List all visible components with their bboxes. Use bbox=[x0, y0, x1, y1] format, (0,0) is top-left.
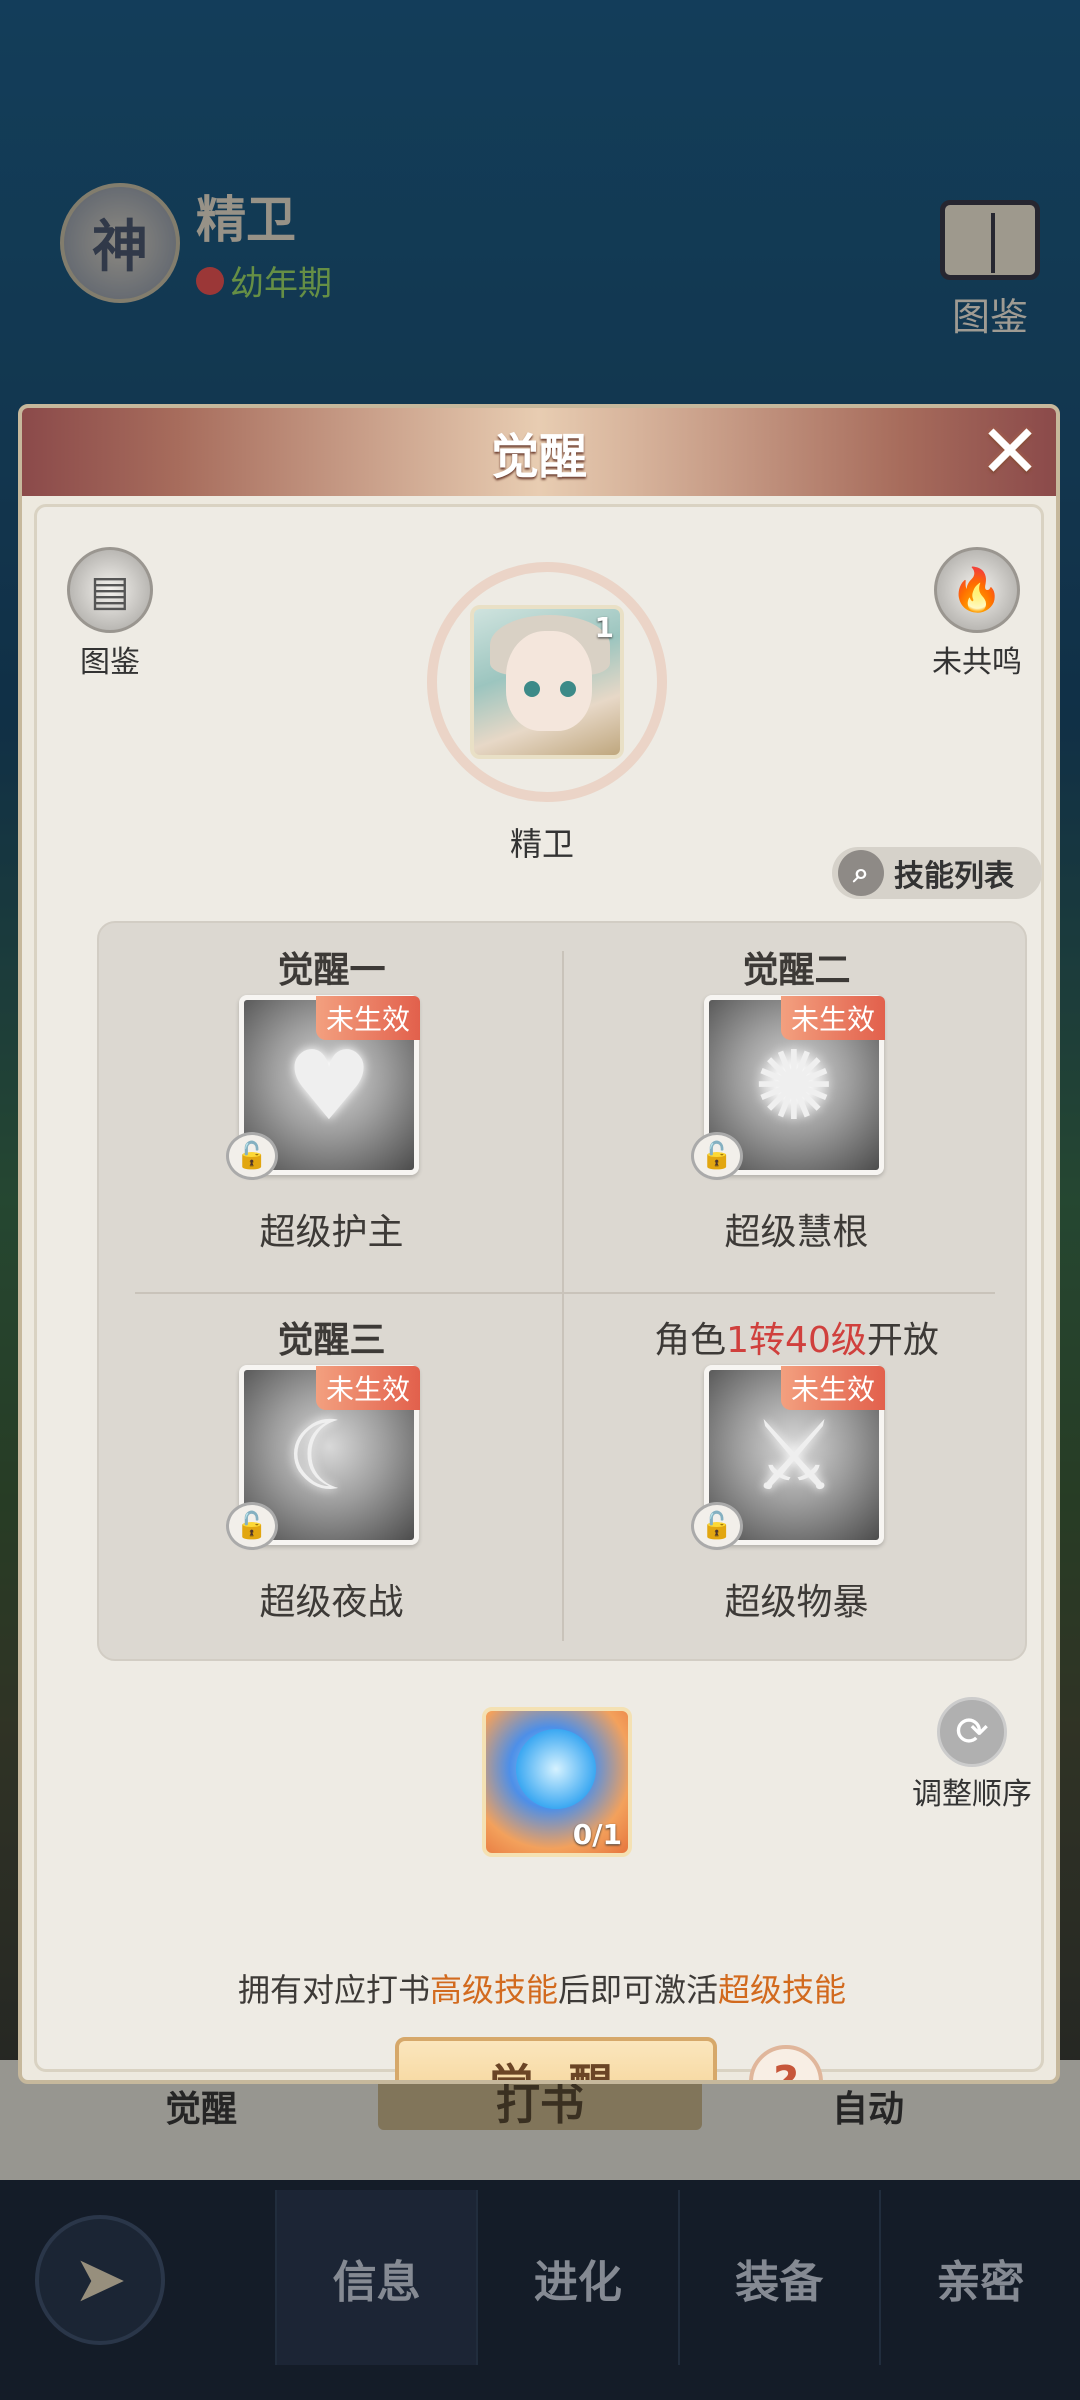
slot-title: 觉醒一 bbox=[277, 950, 386, 991]
crescent-moon-icon[interactable]: ☾ 未生效 🔓 bbox=[226, 1365, 420, 1550]
orb-icon bbox=[516, 1729, 596, 1809]
book-icon: ▤ bbox=[67, 547, 153, 633]
reorder-button[interactable]: ⟳ 调整顺序 bbox=[907, 1697, 1037, 1813]
inactive-badge: 未生效 bbox=[315, 1366, 420, 1410]
awaken-slot-grid: 觉醒一 ♥ 未生效 🔓 超级护主 觉醒二 ✺ 未生效 🔓 超级慧根 觉醒三 ☾ … bbox=[97, 921, 1027, 1661]
atlas-side-label: 图鉴 bbox=[80, 645, 140, 680]
pet-level: 1 bbox=[594, 611, 614, 644]
help-icon[interactable]: ? bbox=[749, 2045, 823, 2080]
inactive-badge: 未生效 bbox=[315, 996, 420, 1040]
lock-icon: 🔓 bbox=[691, 1502, 743, 1550]
awaken-slot-3[interactable]: 觉醒三 ☾ 未生效 🔓 超级夜战 bbox=[99, 1293, 564, 1663]
skill-list-label: 技能列表 bbox=[894, 859, 1014, 894]
resonance-button[interactable]: 🔥 未共鸣 bbox=[932, 547, 1022, 681]
awaken-material-item[interactable]: 0/1 bbox=[482, 1707, 632, 1857]
axe-icon[interactable]: ⚔ 未生效 🔓 bbox=[691, 1365, 885, 1550]
slot-title: 角色1转40级开放 bbox=[654, 1320, 939, 1361]
inactive-badge: 未生效 bbox=[780, 1366, 885, 1410]
pet-portrait[interactable]: 1 bbox=[470, 605, 624, 759]
inactive-badge: 未生效 bbox=[780, 996, 885, 1040]
search-icon: ⌕ bbox=[838, 850, 884, 896]
skill-name: 超级物暴 bbox=[724, 1582, 869, 1623]
skill-list-button[interactable]: ⌕ 技能列表 bbox=[832, 847, 1042, 899]
slot-title: 觉醒二 bbox=[742, 950, 851, 991]
skill-name: 超级慧根 bbox=[724, 1212, 869, 1253]
awaken-slot-1[interactable]: 觉醒一 ♥ 未生效 🔓 超级护主 bbox=[99, 923, 564, 1293]
pet-eye bbox=[560, 681, 576, 697]
skill-name: 超级护主 bbox=[259, 1212, 404, 1253]
lock-icon: 🔓 bbox=[691, 1132, 743, 1180]
modal-header: 觉醒 ✕ bbox=[22, 408, 1056, 496]
pet-portrait-ring: 1 bbox=[427, 562, 667, 802]
resonance-label: 未共鸣 bbox=[932, 645, 1022, 680]
modal-title: 觉醒 bbox=[490, 429, 587, 485]
item-count: 0/1 bbox=[572, 1818, 622, 1851]
pet-eye bbox=[524, 681, 540, 697]
pet-face bbox=[506, 631, 592, 731]
reorder-label: 调整顺序 bbox=[912, 1777, 1032, 1812]
close-icon[interactable]: ✕ bbox=[970, 412, 1050, 492]
lock-icon: 🔓 bbox=[226, 1132, 278, 1180]
atlas-side-button[interactable]: ▤ 图鉴 bbox=[67, 547, 153, 681]
lock-icon: 🔓 bbox=[226, 1502, 278, 1550]
refresh-icon: ⟳ bbox=[937, 1697, 1007, 1767]
slot-title: 觉醒三 bbox=[277, 1320, 386, 1361]
heart-hands-icon[interactable]: ♥ 未生效 🔓 bbox=[226, 995, 420, 1180]
awaken-slot-2[interactable]: 觉醒二 ✺ 未生效 🔓 超级慧根 bbox=[564, 923, 1029, 1293]
awaken-modal: 觉醒 ✕ ▤ 图鉴 🔥 未共鸣 1 精卫 ⌕ 技能列表 觉醒一 ♥ 未生效 🔓 … bbox=[18, 404, 1060, 2084]
brain-icon[interactable]: ✺ 未生效 🔓 bbox=[691, 995, 885, 1180]
awaken-slot-4[interactable]: 角色1转40级开放 ⚔ 未生效 🔓 超级物暴 bbox=[564, 1293, 1029, 1663]
modal-body: ▤ 图鉴 🔥 未共鸣 1 精卫 ⌕ 技能列表 觉醒一 ♥ 未生效 🔓 超级护主 … bbox=[34, 504, 1044, 2080]
hint-text: 拥有对应打书高级技能后即可激活超级技能 bbox=[237, 1971, 847, 2009]
awaken-button[interactable]: 觉 醒 bbox=[395, 2037, 717, 2080]
skill-name: 超级夜战 bbox=[259, 1582, 404, 1623]
flame-icon: 🔥 bbox=[934, 547, 1020, 633]
